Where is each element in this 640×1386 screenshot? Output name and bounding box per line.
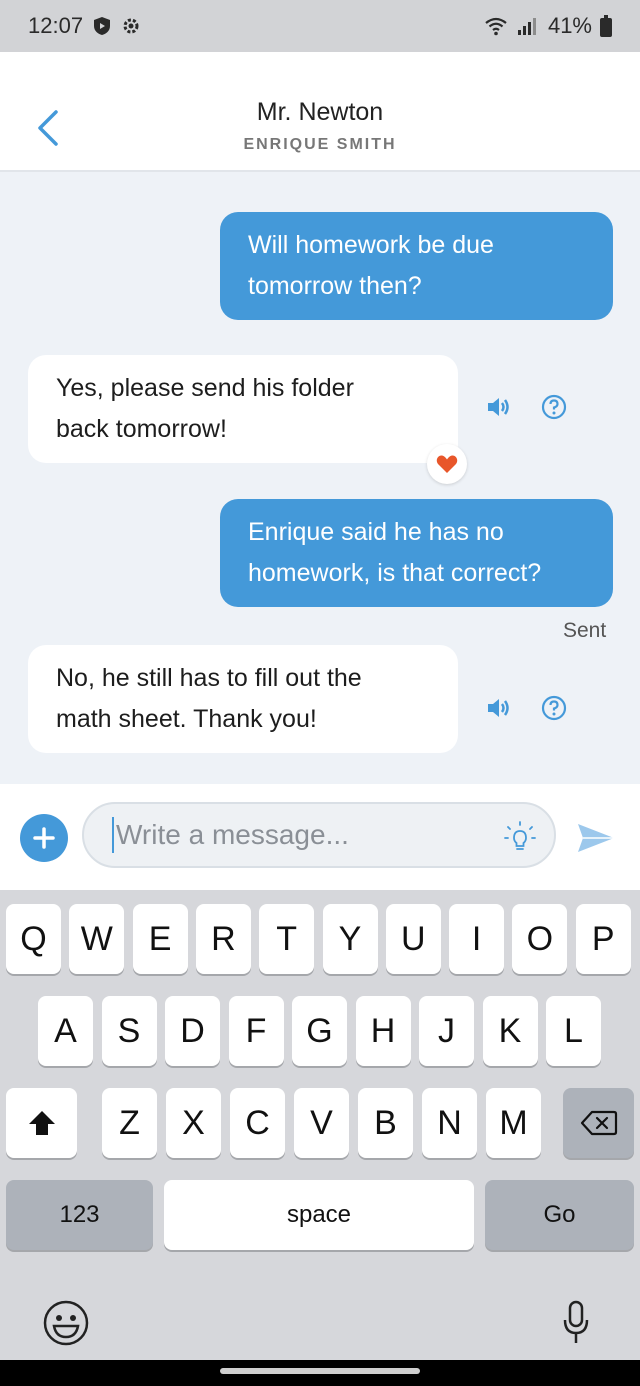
add-attachment-button[interactable] [20, 814, 68, 862]
speaker-icon[interactable] [484, 694, 512, 722]
key-k[interactable]: K [482, 996, 538, 1066]
help-icon[interactable] [540, 694, 568, 722]
status-time: 12:07 [28, 13, 84, 38]
reaction-badge[interactable] [427, 444, 467, 484]
emoji-icon[interactable] [42, 1299, 90, 1352]
key-y[interactable]: Y [322, 904, 378, 974]
conversation-header: Mr. Newton ENRIQUE SMITH [0, 52, 640, 172]
key-t[interactable]: T [259, 904, 315, 974]
home-indicator[interactable] [220, 1368, 420, 1374]
navigation-bar [0, 1360, 640, 1386]
signal-icon [516, 16, 540, 36]
key-w[interactable]: W [69, 904, 125, 974]
student-name: ENRIQUE SMITH [243, 136, 397, 153]
text-caret [112, 817, 114, 853]
message-input[interactable]: Write a message... [82, 802, 556, 868]
numbers-key[interactable]: 123 [6, 1180, 153, 1250]
lightbulb-icon[interactable] [502, 818, 538, 854]
message-line: No, he still has to fill out the [56, 664, 362, 692]
battery-percent: 41% [547, 13, 592, 38]
key-e[interactable]: E [132, 904, 188, 974]
key-v[interactable]: V [294, 1088, 349, 1158]
key-x[interactable]: X [166, 1088, 221, 1158]
send-button[interactable] [574, 816, 618, 860]
message-line: homework, is that correct? [248, 559, 542, 587]
wifi-icon [484, 16, 508, 36]
heart-icon [436, 455, 458, 473]
contact-name: Mr. Newton [256, 98, 384, 126]
key-z[interactable]: Z [102, 1088, 157, 1158]
sent-message[interactable]: Will homework be due tomorrow then? [220, 212, 613, 320]
message-line: back tomorrow! [56, 415, 227, 443]
message-line: math sheet. Thank you! [56, 705, 317, 733]
shield-icon [93, 16, 111, 36]
go-key[interactable]: Go [485, 1180, 634, 1250]
message-line: tomorrow then? [248, 272, 422, 300]
sent-message[interactable]: Enrique said he has no homework, is that… [220, 499, 613, 607]
help-icon[interactable] [540, 393, 568, 421]
message-line: Will homework be due [248, 231, 494, 259]
key-n[interactable]: N [422, 1088, 477, 1158]
key-i[interactable]: I [449, 904, 505, 974]
status-bar: 12:07 41% [0, 0, 640, 52]
battery-icon [600, 15, 612, 37]
received-message[interactable]: No, he still has to fill out the math sh… [28, 645, 458, 753]
on-screen-keyboard: QWERTYUIOP ASDFGHJKL ZXCVBNM 123 space Go [0, 890, 640, 1360]
microphone-icon[interactable] [562, 1300, 590, 1351]
key-p[interactable]: P [575, 904, 631, 974]
received-message[interactable]: Yes, please send his folder back tomorro… [28, 355, 458, 463]
key-c[interactable]: C [230, 1088, 285, 1158]
key-g[interactable]: G [292, 996, 347, 1066]
key-s[interactable]: S [101, 996, 157, 1066]
key-a[interactable]: A [38, 996, 93, 1066]
shift-key[interactable] [6, 1088, 77, 1158]
backspace-key[interactable] [563, 1088, 634, 1158]
shift-arrow-icon [28, 1111, 55, 1135]
key-d[interactable]: D [165, 996, 220, 1066]
space-key[interactable]: space [164, 1180, 474, 1250]
key-o[interactable]: O [512, 904, 568, 974]
key-u[interactable]: U [385, 904, 441, 974]
key-h[interactable]: H [355, 996, 411, 1066]
plus-icon [33, 827, 55, 849]
key-f[interactable]: F [228, 996, 284, 1066]
message-composer: Write a message... [0, 784, 640, 890]
message-line: Enrique said he has no [248, 518, 504, 546]
message-line: Yes, please send his folder [56, 374, 354, 402]
backspace-icon [580, 1110, 617, 1136]
key-r[interactable]: R [195, 904, 251, 974]
key-m[interactable]: M [486, 1088, 541, 1158]
key-b[interactable]: B [358, 1088, 413, 1158]
settings-gear-icon [121, 16, 141, 36]
speaker-icon[interactable] [484, 393, 512, 421]
key-l[interactable]: L [546, 996, 601, 1066]
sent-status: Sent [563, 619, 607, 642]
send-icon [578, 824, 614, 852]
key-q[interactable]: Q [6, 904, 61, 974]
key-j[interactable]: J [419, 996, 474, 1066]
message-placeholder: Write a message... [116, 819, 349, 850]
